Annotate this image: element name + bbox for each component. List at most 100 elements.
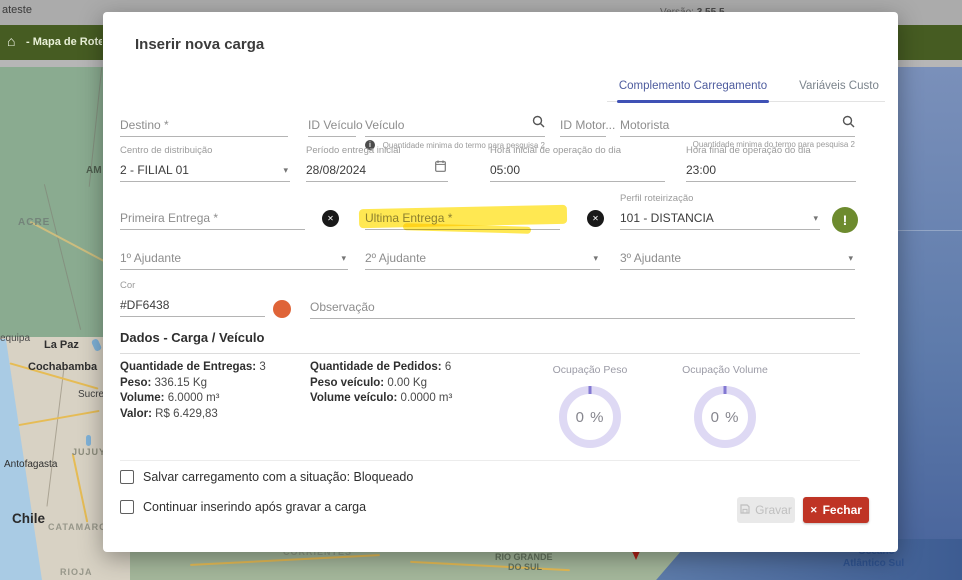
chevron-down-icon: ▾ (341, 253, 346, 264)
chevron-down-icon: ▾ (848, 253, 853, 264)
dado-volume-veiculo: Volume veículo: 0.0000 m³ (310, 391, 452, 407)
destino-field[interactable]: Destino * (120, 113, 288, 137)
clear-icon[interactable]: ✕ (322, 210, 339, 227)
chevron-down-icon: ▾ (593, 253, 598, 264)
map-label-jujuy: JUJUY (72, 447, 106, 457)
map-label-chile: Chile (12, 511, 45, 526)
window-title: ateste (2, 4, 32, 16)
cor-field[interactable]: Cor #DF6438 (120, 293, 265, 317)
hora-final-field[interactable]: Hora final de operação do dia 23:00 (686, 158, 856, 182)
perfil-roteirizacao-select[interactable]: Perfil roteirização 101 - DISTANCIA ▾ (620, 206, 820, 230)
ajudante3-label: 3º Ajudante (620, 251, 681, 265)
ocupacao-volume-label: Ocupação Volume (675, 364, 775, 376)
veiculo-label: Veículo (365, 118, 404, 132)
observacao-field[interactable]: Observação (310, 295, 855, 319)
gauge-ring: 0 % (694, 386, 756, 448)
primeira-entrega-label: Primeira Entrega * (120, 211, 218, 225)
checkbox-continuar-inserindo[interactable]: Continuar inserindo após gravar a carga (120, 500, 366, 514)
centro-distribuicao-value: 2 - FILIAL 01 (120, 163, 189, 177)
close-icon: ✕ (810, 505, 818, 516)
ajudante1-label: 1º Ajudante (120, 251, 181, 265)
centro-distribuicao-select[interactable]: Centro de distribuição 2 - FILIAL 01 ▾ (120, 158, 290, 182)
fechar-button[interactable]: ✕ Fechar (803, 497, 869, 523)
id-motorista-field[interactable]: ID Motor... (560, 113, 606, 137)
gravar-label: Gravar (755, 503, 792, 517)
home-icon[interactable]: ⌂ (7, 34, 15, 48)
primeira-entrega-field[interactable]: Primeira Entrega * (120, 206, 305, 230)
veiculo-field[interactable]: Veículo (365, 113, 545, 137)
tab-complemento-carregamento[interactable]: Complemento Carregamento (617, 70, 769, 102)
ajudante2-label: 2º Ajudante (365, 251, 426, 265)
map-label-rioja: RIOJA (60, 567, 93, 577)
fechar-label: Fechar (823, 503, 862, 517)
map-road (72, 454, 89, 523)
section-divider (120, 460, 860, 461)
modal-title: Inserir nova carga (135, 36, 264, 53)
dados-col2: Quantidade de Pedidos: 6 Peso veículo: 0… (310, 360, 452, 407)
search-icon[interactable] (532, 115, 545, 133)
map-label-arequipa: equipa (0, 333, 30, 344)
map-label-lapaz: La Paz (44, 339, 79, 351)
hora-inicial-value: 05:00 (490, 163, 520, 177)
motorista-label: Motorista (620, 118, 669, 132)
ocupacao-peso-gauge: Ocupação Peso 0 % (540, 364, 640, 448)
map-label-acre: ACRE (18, 217, 50, 228)
ajudante1-select[interactable]: 1º Ajudante ▾ (120, 246, 348, 270)
map-border-line (46, 367, 64, 506)
map-lake (91, 338, 102, 352)
dados-section-title: Dados - Carga / Veículo (120, 330, 860, 354)
checkbox-continuar-label: Continuar inserindo após gravar a carga (143, 500, 366, 514)
map-graticule-line (898, 230, 962, 231)
modal-tabs: Complemento Carregamento Variáveis Custo (607, 70, 885, 102)
dado-valor: Valor: R$ 6.429,83 (120, 407, 266, 423)
cor-label: Cor (120, 280, 135, 291)
hora-inicial-field[interactable]: Hora inicial de operação do dia 05:00 (490, 158, 665, 182)
motorista-field[interactable]: Motorista (620, 113, 855, 137)
dado-peso-veiculo: Peso veículo: 0.00 Kg (310, 376, 452, 392)
checkbox-box[interactable] (120, 470, 134, 484)
gravar-button[interactable]: Gravar (737, 497, 795, 523)
map-atlantic-ocean (898, 67, 962, 580)
chevron-down-icon: ▾ (813, 213, 818, 224)
chevron-down-icon: ▾ (283, 165, 288, 176)
ajudante3-select[interactable]: 3º Ajudante ▾ (620, 246, 855, 270)
periodo-entrega-inicial-field[interactable]: Período entrega inicial 28/08/2024 (306, 158, 448, 182)
ocupacao-volume-value: 0 % (711, 409, 740, 426)
tab-variaveis-custo[interactable]: Variáveis Custo (793, 70, 885, 102)
checkbox-salvar-label: Salvar carregamento com a situação: Bloq… (143, 470, 413, 484)
map-label-dosul: DO SUL (508, 562, 542, 572)
screen: ateste Versão: 3.55.5 ⌂ - Mapa de Roteir… (0, 0, 962, 580)
hora-inicial-label: Hora inicial de operação do dia (490, 145, 621, 156)
map-label-atlantico-sul: Atlântico Sul (843, 558, 904, 569)
calendar-icon[interactable] (435, 159, 446, 177)
map-lake (86, 435, 91, 446)
navbar-title: - Mapa de Roteiriz (26, 36, 102, 48)
map-label-am: AM (86, 165, 102, 176)
id-veiculo-label: ID Veículo (308, 118, 363, 132)
hora-final-label: Hora final de operação do dia (686, 145, 811, 156)
map-label-antofagasta: Antofagasta (4, 459, 57, 470)
map-label-riogrande: RIO GRANDE (495, 552, 553, 562)
dado-volume: Volume: 6.0000 m³ (120, 391, 266, 407)
periodo-entrega-inicial-value: 28/08/2024 (306, 163, 366, 177)
checkbox-box[interactable] (120, 500, 134, 514)
perfil-roteirizacao-label: Perfil roteirização (620, 193, 693, 204)
ajudante2-select[interactable]: 2º Ajudante ▾ (365, 246, 600, 270)
color-swatch[interactable] (273, 300, 291, 318)
ocupacao-peso-value: 0 % (576, 409, 605, 426)
save-icon (740, 503, 750, 517)
alert-icon[interactable]: ! (832, 207, 858, 233)
search-icon[interactable] (842, 115, 855, 133)
clear-icon[interactable]: ✕ (587, 210, 604, 227)
hora-final-value: 23:00 (686, 163, 716, 177)
gauge-ring: 0 % (559, 386, 621, 448)
perfil-roteirizacao-value: 101 - DISTANCIA (620, 211, 714, 225)
dado-pedidos: Quantidade de Pedidos: 6 (310, 360, 452, 376)
id-veiculo-field[interactable]: ID Veículo (308, 113, 356, 137)
checkbox-salvar-bloqueado[interactable]: Salvar carregamento com a situação: Bloq… (120, 470, 413, 484)
observacao-label: Observação (310, 300, 375, 314)
destino-label: Destino * (120, 118, 169, 132)
id-motorista-label: ID Motor... (560, 118, 615, 132)
ocupacao-volume-gauge: Ocupação Volume 0 % (675, 364, 775, 448)
map-label-sucre: Sucre (78, 389, 104, 400)
